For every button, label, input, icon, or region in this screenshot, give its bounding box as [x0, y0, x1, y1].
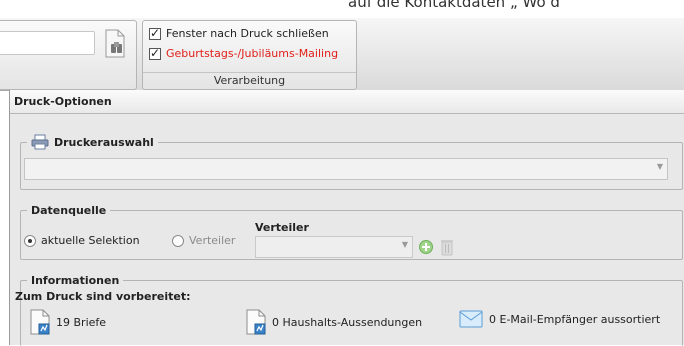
top-strip: auf die Kontaktdaten „ Wo d — [0, 0, 684, 18]
chevron-down-icon: ▼ — [656, 162, 663, 171]
print-options-panel: Druck-Optionen Druckerauswahl ▼ Datenque… — [9, 90, 684, 346]
source-verteiler-label: Verteiler — [189, 234, 236, 247]
close-after-print-option[interactable]: Fenster nach Druck schließen — [149, 26, 329, 40]
prepared-heading: Zum Druck sind vorbereitet: — [15, 290, 191, 303]
data-source-legend: Datenquelle — [31, 204, 107, 217]
birthday-mailing-label: Geburtstags-/Jubiläums-Mailing — [166, 47, 339, 60]
letter-document-icon — [30, 309, 50, 335]
search-group — [0, 20, 137, 90]
processing-group: Fenster nach Druck schließen Geburtstags… — [142, 20, 357, 90]
letters-count-text: 19 Briefe — [56, 315, 107, 329]
trash-icon[interactable] — [440, 238, 454, 256]
information-legend: Informationen — [31, 274, 120, 287]
email-info: 0 E-Mail-Empfänger aussortiert — [459, 309, 660, 329]
source-verteiler-option[interactable]: Verteiler — [172, 234, 235, 247]
chevron-down-icon: ▼ — [401, 240, 408, 249]
verteiler-select[interactable]: ▼ — [255, 236, 413, 258]
printer-select[interactable]: ▼ — [24, 158, 668, 180]
source-verteiler-radio[interactable] — [172, 234, 184, 247]
household-info: 0 Haushalts-Aussendungen — [246, 309, 422, 335]
find-binoculars-icon[interactable] — [102, 29, 128, 59]
email-envelope-icon — [459, 310, 483, 328]
search-input[interactable] — [0, 31, 95, 55]
source-current-selection-radio[interactable] — [24, 234, 36, 247]
household-document-icon — [246, 309, 266, 335]
add-icon[interactable] — [419, 240, 433, 254]
birthday-mailing-option[interactable]: Geburtstags-/Jubiläums-Mailing — [149, 46, 339, 60]
close-after-print-label: Fenster nach Druck schließen — [166, 27, 329, 40]
panel-title: Druck-Optionen — [10, 90, 684, 114]
letters-info: 19 Briefe — [30, 309, 106, 335]
printer-icon — [31, 134, 49, 150]
verteiler-field-label: Verteiler — [255, 221, 309, 234]
top-partial-text: auf die Kontaktdaten „ Wo d — [348, 0, 560, 11]
birthday-mailing-checkbox[interactable] — [149, 46, 161, 60]
ribbon-toolbar: Fenster nach Druck schließen Geburtstags… — [0, 18, 684, 91]
printer-selection-title: Druckerauswahl — [54, 135, 154, 149]
source-current-selection-option[interactable]: aktuelle Selektion — [24, 234, 140, 247]
printer-selection-legend: Druckerauswahl — [27, 134, 158, 150]
close-after-print-checkbox[interactable] — [149, 26, 161, 40]
processing-group-label: Verarbeitung — [143, 72, 356, 89]
source-current-selection-label: aktuelle Selektion — [41, 234, 140, 247]
household-count-text: 0 Haushalts-Aussendungen — [272, 315, 423, 329]
email-sorted-out-text: 0 E-Mail-Empfänger aussortiert — [489, 312, 661, 326]
